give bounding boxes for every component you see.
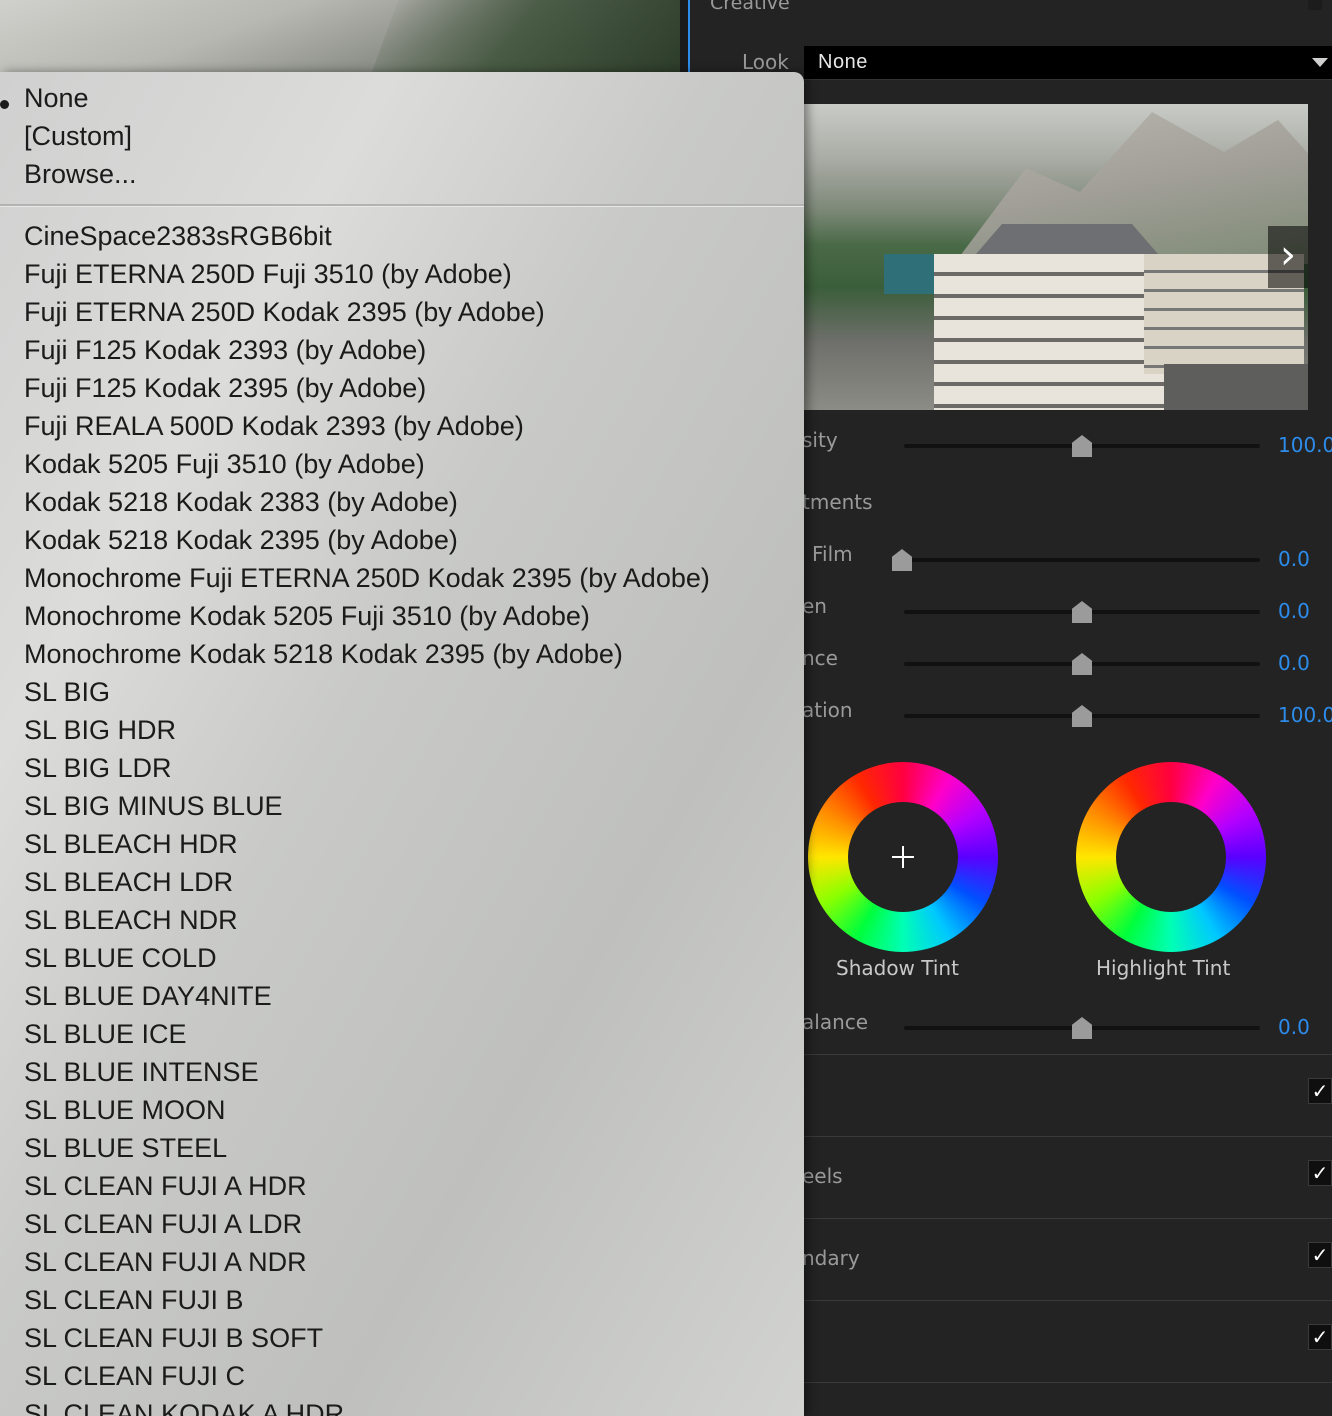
adjustments-heading: tments [802, 490, 873, 514]
sharpen-label: en [802, 594, 827, 618]
section-enable-checkbox[interactable]: ✓ [1308, 1324, 1332, 1350]
menu-item-preset[interactable]: Fuji ETERNA 250D Kodak 2395 (by Adobe) [24, 293, 545, 331]
menu-item-preset[interactable]: Kodak 5218 Kodak 2383 (by Adobe) [24, 483, 458, 521]
look-dropdown-menu: None [Custom] Browse... CineSpace2383sRG… [0, 72, 804, 1416]
saturation-slider-thumb[interactable] [1072, 705, 1092, 727]
menu-item-preset[interactable]: SL CLEAN FUJI A HDR [24, 1167, 307, 1205]
menu-item-preset[interactable]: SL CLEAN FUJI A LDR [24, 1205, 302, 1243]
sharpen-slider-thumb[interactable] [1072, 601, 1092, 623]
menu-item-preset[interactable]: CineSpace2383sRGB6bit [24, 217, 332, 255]
menu-item-preset[interactable]: SL CLEAN FUJI B SOFT [24, 1319, 323, 1357]
menu-item-preset[interactable]: Fuji ETERNA 250D Fuji 3510 (by Adobe) [24, 255, 512, 293]
menu-item-preset[interactable]: SL BIG LDR [24, 749, 172, 787]
menu-item-preset[interactable]: Kodak 5218 Kodak 2395 (by Adobe) [24, 521, 458, 559]
menu-separator [0, 204, 804, 207]
preview-hotel [934, 254, 1164, 410]
section-collapse-toggle[interactable] [1308, 0, 1322, 10]
menu-item-preset[interactable]: SL BLUE COLD [24, 939, 217, 977]
faded-film-slider[interactable] [892, 549, 1260, 571]
vibrance-slider[interactable] [904, 653, 1260, 675]
next-look-chevron-icon[interactable]: › [1268, 226, 1308, 288]
menu-item-preset[interactable]: Fuji REALA 500D Kodak 2393 (by Adobe) [24, 407, 524, 445]
menu-item-preset[interactable]: SL BLUE DAY4NITE [24, 977, 272, 1015]
faded-film-label: Film [812, 542, 853, 566]
menu-item-preset[interactable]: SL CLEAN KODAK A HDR [24, 1395, 344, 1416]
saturation-slider[interactable] [904, 705, 1260, 727]
menu-item-custom[interactable]: [Custom] [24, 117, 132, 155]
faded-film-value[interactable]: 0.0 [1278, 547, 1310, 571]
shadow-tint-label: Shadow Tint [836, 956, 959, 980]
menu-item-label: None [24, 83, 89, 113]
look-preview-thumbnail: › [804, 104, 1308, 410]
menu-item-preset[interactable]: SL BLUE INTENSE [24, 1053, 259, 1091]
intensity-slider-thumb[interactable] [1072, 435, 1092, 457]
section-enable-checkbox[interactable]: ✓ [1308, 1078, 1332, 1104]
menu-item-preset[interactable]: SL CLEAN FUJI C [24, 1357, 245, 1395]
menu-item-preset[interactable]: SL BLUE ICE [24, 1015, 187, 1053]
section-title-creative[interactable]: Creative [710, 0, 790, 14]
selected-bullet-icon [0, 100, 9, 109]
tint-balance-slider[interactable] [904, 1017, 1260, 1039]
program-monitor-frame [0, 0, 680, 80]
intensity-value[interactable]: 100.0 [1278, 433, 1332, 457]
menu-item-preset[interactable]: Monochrome Kodak 5205 Fuji 3510 (by Adob… [24, 597, 590, 635]
menu-item-preset[interactable]: Kodak 5205 Fuji 3510 (by Adobe) [24, 445, 425, 483]
vibrance-slider-thumb[interactable] [1072, 653, 1092, 675]
saturation-label: ation [802, 698, 853, 722]
menu-item-preset[interactable]: SL BLEACH LDR [24, 863, 233, 901]
section-label-hsl-secondary[interactable]: ndary [802, 1246, 860, 1270]
section-label-color-wheels[interactable]: eels [802, 1164, 843, 1188]
preview-parking [1164, 364, 1308, 410]
intensity-slider[interactable] [904, 435, 1260, 457]
menu-item-preset[interactable]: SL BLEACH HDR [24, 825, 238, 863]
menu-item-preset[interactable]: SL BIG [24, 673, 110, 711]
tint-balance-slider-thumb[interactable] [1072, 1017, 1092, 1039]
section-enable-checkbox[interactable]: ✓ [1308, 1242, 1332, 1268]
highlight-tint-label: Highlight Tint [1096, 956, 1231, 980]
crosshair-icon[interactable] [892, 846, 914, 868]
menu-item-preset[interactable]: Fuji F125 Kodak 2393 (by Adobe) [24, 331, 426, 369]
menu-item-none[interactable]: None [0, 79, 89, 117]
look-dropdown[interactable]: None [804, 46, 1332, 80]
highlight-tint-wheel-center [1116, 802, 1226, 912]
look-dropdown-value: None [818, 51, 868, 73]
menu-item-preset[interactable]: SL BLUE MOON [24, 1091, 226, 1129]
vibrance-value[interactable]: 0.0 [1278, 651, 1310, 675]
vibrance-label: nce [802, 646, 838, 670]
menu-item-preset[interactable]: Fuji F125 Kodak 2395 (by Adobe) [24, 369, 426, 407]
sharpen-slider[interactable] [904, 601, 1260, 623]
menu-item-preset[interactable]: Monochrome Kodak 5218 Kodak 2395 (by Ado… [24, 635, 623, 673]
faded-film-slider-thumb[interactable] [892, 549, 912, 571]
shadow-tint-wheel[interactable] [808, 762, 998, 952]
menu-item-preset[interactable]: SL BLUE STEEL [24, 1129, 227, 1167]
tint-balance-label: alance [802, 1010, 869, 1034]
menu-item-preset[interactable]: SL CLEAN FUJI B [24, 1281, 244, 1319]
menu-item-preset[interactable]: SL BLEACH NDR [24, 901, 238, 939]
highlight-tint-wheel[interactable] [1076, 762, 1266, 952]
mountain-ridge [354, 0, 680, 80]
menu-item-preset[interactable]: SL BIG HDR [24, 711, 176, 749]
saturation-value[interactable]: 100.0 [1278, 703, 1332, 727]
menu-item-preset[interactable]: Monochrome Fuji ETERNA 250D Kodak 2395 (… [24, 559, 710, 597]
look-label: Look [742, 50, 789, 74]
menu-item-preset[interactable]: SL BIG MINUS BLUE [24, 787, 283, 825]
intensity-label: sity [802, 428, 838, 452]
sharpen-value[interactable]: 0.0 [1278, 599, 1310, 623]
tint-balance-value[interactable]: 0.0 [1278, 1015, 1310, 1039]
section-enable-checkbox[interactable]: ✓ [1308, 1160, 1332, 1186]
chevron-down-icon [1312, 58, 1328, 67]
menu-item-browse[interactable]: Browse... [24, 155, 137, 193]
menu-item-preset[interactable]: SL CLEAN FUJI A NDR [24, 1243, 307, 1281]
